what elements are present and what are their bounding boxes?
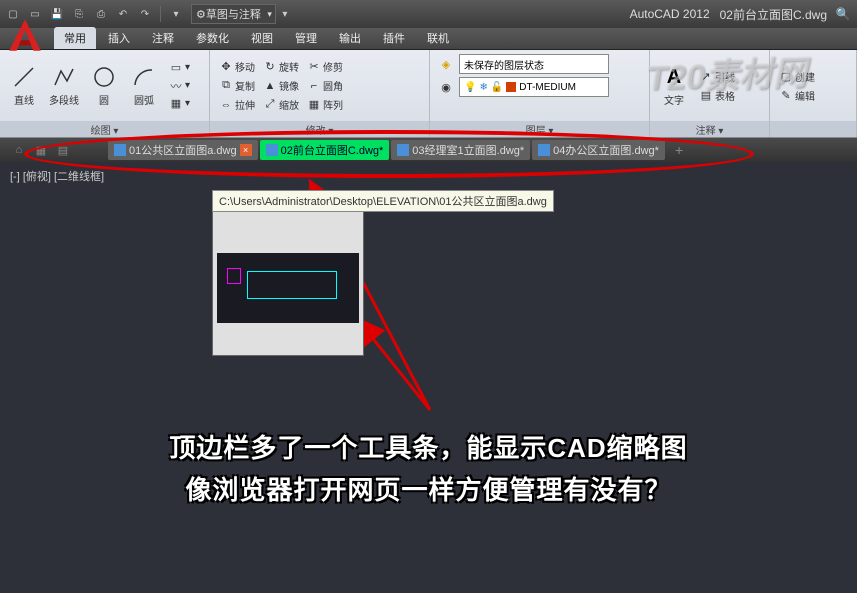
viewport-label[interactable]: [-] [俯视] [二维线框]: [10, 168, 104, 184]
grid-icon[interactable]: ▦: [32, 141, 50, 159]
polyline-button[interactable]: 多段线: [46, 64, 82, 107]
doc-tab-02[interactable]: 02前台立面图C.dwg*: [260, 140, 390, 160]
list-icon[interactable]: ▤: [54, 141, 72, 159]
circle-button[interactable]: 圆: [86, 64, 122, 107]
spline-icon[interactable]: 〰▾: [166, 78, 193, 94]
dwg-icon: [397, 144, 409, 156]
dwg-icon: [114, 144, 126, 156]
fillet-button[interactable]: ⌐圆角: [304, 77, 346, 94]
search-icon[interactable]: 🔍: [833, 4, 853, 24]
panel-annotation-title[interactable]: 注释 ▾: [650, 121, 769, 137]
dwg-icon: [266, 144, 278, 156]
tab-annotate[interactable]: 注释: [142, 27, 184, 49]
dwg-icon: [538, 144, 550, 156]
watermark: T20素材网: [646, 45, 808, 100]
save-icon[interactable]: 💾: [48, 5, 66, 23]
arc-button[interactable]: 圆弧: [126, 64, 162, 107]
document-thumbnail: [212, 208, 364, 356]
panel-block-title[interactable]: [770, 121, 856, 137]
rotate-button[interactable]: ↻旋转: [260, 58, 302, 75]
tab-parametric[interactable]: 参数化: [186, 27, 239, 49]
rect-icon[interactable]: ▭▾: [166, 60, 193, 76]
annotation-line-2: 像浏览器打开网页一样方便管理有没有？: [0, 470, 857, 507]
move-button[interactable]: ✥移动: [216, 58, 258, 75]
qat-dropdown-icon[interactable]: ▾: [167, 5, 185, 23]
panel-modify-title[interactable]: 修改 ▾: [210, 121, 429, 137]
title-bar: ▢ ▭ 💾 ⎘ ⎙ ↶ ↷ ▾ ⚙ 草图与注释 ▾ AutoCAD 2012 0…: [0, 0, 857, 28]
copy-button[interactable]: ⧉复制: [216, 77, 258, 94]
annotation-line-1: 顶边栏多了一个工具条，能显示CAD缩略图: [0, 428, 857, 465]
saveas-icon[interactable]: ⎘: [70, 5, 88, 23]
panel-draw-title[interactable]: 绘图 ▾: [0, 121, 209, 137]
layer-state-dropdown[interactable]: 未保存的图层状态: [459, 54, 609, 74]
trim-button[interactable]: ✂修剪: [304, 58, 346, 75]
tab-view[interactable]: 视图: [241, 27, 283, 49]
panel-draw: 直线 多段线 圆 圆弧 ▭▾ 〰▾ ▦▾ 绘图 ▾: [0, 50, 210, 137]
panel-layers-title[interactable]: 图层 ▾: [430, 121, 649, 137]
ribbon-tab-bar: 常用 插入 注释 参数化 视图 管理 输出 插件 联机: [0, 28, 857, 50]
tab-insert[interactable]: 插入: [98, 27, 140, 49]
new-tab-button[interactable]: +: [667, 142, 691, 158]
panel-layers: ◈ 未保存的图层状态 ◉ 💡 ❄ 🔓 DT-MEDIUM 图层 ▾: [430, 50, 650, 137]
tab-home[interactable]: 常用: [54, 27, 96, 49]
freeze-icon: ❄: [479, 82, 487, 93]
print-icon[interactable]: ⎙: [92, 5, 110, 23]
app-title: AutoCAD 2012: [630, 7, 710, 21]
stretch-button[interactable]: ⇔拉伸: [216, 96, 258, 113]
lightbulb-icon: 💡: [464, 82, 476, 93]
thumbnail-preview: [217, 253, 359, 323]
app-logo[interactable]: [4, 14, 46, 56]
workspace-dropdown[interactable]: ⚙ 草图与注释: [191, 4, 276, 24]
redo-icon[interactable]: ↷: [136, 5, 154, 23]
hatch-icon[interactable]: ▦▾: [166, 96, 193, 112]
tab-plugins[interactable]: 插件: [373, 27, 415, 49]
workspace-menu-icon[interactable]: ▾: [276, 5, 294, 23]
doc-tab-04[interactable]: 04办公区立面图.dwg*: [532, 140, 665, 160]
lock-icon: 🔓: [491, 82, 503, 93]
layer-props-icon[interactable]: ◈: [436, 56, 456, 72]
undo-icon[interactable]: ↶: [114, 5, 132, 23]
layer-color-swatch: [506, 82, 516, 92]
home-icon[interactable]: ⌂: [10, 141, 28, 159]
layer-current-dropdown[interactable]: 💡 ❄ 🔓 DT-MEDIUM: [459, 77, 609, 97]
drawing-canvas[interactable]: [-] [俯视] [二维线框]: [0, 162, 857, 593]
close-icon[interactable]: ×: [240, 144, 252, 156]
document-title: 02前台立面图C.dwg: [720, 6, 827, 23]
layer-iso-icon[interactable]: ◉: [436, 79, 456, 95]
tab-online[interactable]: 联机: [417, 27, 459, 49]
workspace-label: 草图与注释: [206, 6, 261, 22]
tab-output[interactable]: 输出: [329, 27, 371, 49]
document-tab-bar: ⌂ ▦ ▤ 01公共区立面图a.dwg× 02前台立面图C.dwg* 03经理室…: [0, 138, 857, 162]
doc-tab-03[interactable]: 03经理室1立面图.dwg*: [391, 140, 530, 160]
array-button[interactable]: ▦阵列: [304, 96, 346, 113]
tab-manage[interactable]: 管理: [285, 27, 327, 49]
mirror-button[interactable]: ▲镜像: [260, 77, 302, 94]
panel-modify: ✥移动 ↻旋转 ✂修剪 ⧉复制 ▲镜像 ⌐圆角 ⇔拉伸 ⤢缩放 ▦阵列 修改 ▾: [210, 50, 430, 137]
line-button[interactable]: 直线: [6, 64, 42, 107]
file-path-tooltip: C:\Users\Administrator\Desktop\ELEVATION…: [212, 190, 554, 212]
separator: [160, 6, 161, 22]
doc-tab-01[interactable]: 01公共区立面图a.dwg×: [108, 140, 258, 160]
scale-button[interactable]: ⤢缩放: [260, 96, 302, 113]
gear-icon: ⚙: [196, 8, 206, 21]
